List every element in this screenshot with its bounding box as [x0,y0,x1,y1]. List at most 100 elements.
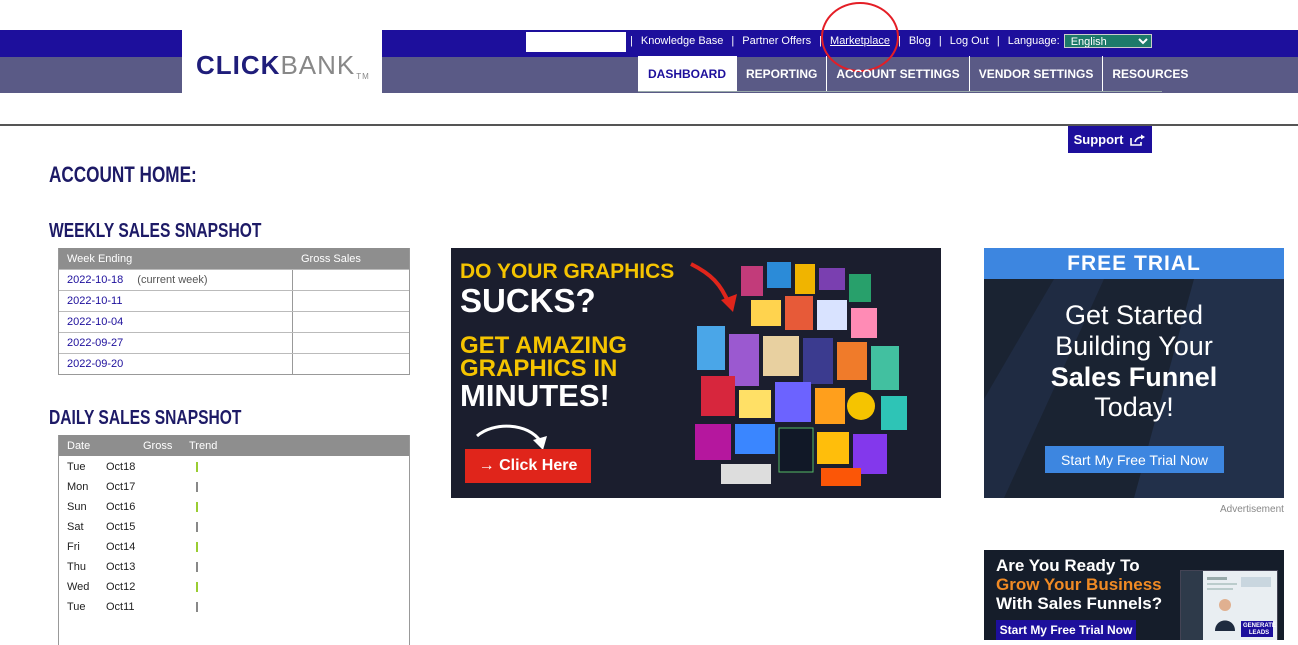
clickbank-logo[interactable]: CLICKBANKTM [182,30,382,93]
table-row: Mon Oct17 [59,477,409,497]
ad-line-1: Get Started [1064,300,1204,330]
ad-line-2: Grow Your Business [996,575,1162,594]
trend-bar [196,522,198,532]
day-date: Oct11 [106,601,135,613]
trend-bar [196,462,198,472]
free-trial-ad-banner[interactable]: FREE TRIAL Get Started Building Your Sal… [984,248,1284,498]
logo-click-text: CLICK [196,50,281,80]
sales-funnel-ad-banner[interactable]: Are You Ready To Grow Your Business With… [984,550,1284,640]
tab-account-settings[interactable]: ACCOUNT SETTINGS [826,56,968,92]
ad-headline-5: MINUTES! [460,378,610,413]
table-row: Tue Oct18 [59,457,409,477]
day-name: Tue [67,461,86,473]
day-name: Fri [67,541,80,553]
header-week-ending: Week Ending [67,252,133,265]
table-header: Week Ending Gross Sales [59,248,409,269]
day-date: Oct18 [106,461,136,473]
start-free-trial-button[interactable]: Start My Free Trial Now [1045,446,1224,473]
graphics-collage-image [690,262,907,486]
day-date: Oct17 [106,481,136,493]
start-free-trial-button[interactable]: Start My Free Trial Now [996,620,1136,640]
search-input[interactable] [526,32,626,52]
table-row: Thu Oct13 [59,557,409,577]
trend-bar [196,602,198,612]
click-here-button[interactable]: → Click Here [465,449,591,483]
trend-bar [196,562,198,572]
separator: | [630,35,633,47]
trend-bar [196,482,198,492]
table-row: 2022-09-27 [59,332,409,353]
weekly-sales-table: Week Ending Gross Sales 2022-10-18 (curre… [58,248,410,375]
nav-underline [638,91,1162,92]
graphics-ad-banner[interactable]: DO YOUR GRAPHICS SUCKS? GET AMAZING GRAP… [451,248,941,498]
separator: | [996,35,1000,47]
page-title: ACCOUNT HOME: [49,162,197,187]
advertisement-label: Advertisement [1220,504,1284,515]
separator: | [938,35,942,47]
table-header: Date Gross Trend [59,435,409,456]
external-share-icon [1130,134,1146,146]
tab-reporting[interactable]: REPORTING [736,56,826,92]
day-date: Oct15 [106,521,136,533]
table-row: 2022-09-20 [59,353,409,374]
ad-line-3: With Sales Funnels? [996,594,1163,613]
day-date: Oct13 [106,561,136,573]
day-name: Sat [67,521,84,533]
table-row: 2022-10-11 [59,290,409,311]
separator: | [731,35,735,47]
daily-snapshot-title: DAILY SALES SNAPSHOT [49,407,242,429]
day-date: Oct16 [106,501,136,513]
day-name: Tue [67,601,86,613]
logo-tm-text: TM [356,72,370,81]
support-label: Support [1073,132,1124,147]
day-date: Oct12 [106,581,136,593]
ad-line-2: Building Your [1055,331,1213,361]
support-button[interactable]: Support [1068,126,1152,153]
table-row: Tue Oct11 [59,597,409,617]
free-trial-header: FREE TRIAL [984,248,1284,279]
partner-offers-link[interactable]: Partner Offers [742,35,811,47]
log-out-link[interactable]: Log Out [950,35,989,47]
ad-headline-2: SUCKS? [460,282,596,319]
table-row: 2022-10-04 [59,311,409,332]
generate-leads-label: GENERATE LEADS [1243,623,1276,636]
knowledge-base-link[interactable]: Knowledge Base [641,35,724,47]
ad-line-4: Today! [1094,392,1174,422]
tab-dashboard[interactable]: DASHBOARD [638,56,736,92]
trend-bar [196,542,198,552]
language-select[interactable]: English [1063,34,1152,48]
day-date: Oct14 [106,541,136,553]
day-name: Sun [67,501,87,513]
week-link[interactable]: 2022-10-11 [67,295,122,307]
funnel-preview-image: GENERATE LEADS [1180,570,1278,640]
ad-headline-1: DO YOUR GRAPHICS [460,260,675,283]
logo-bank-text: BANK [280,50,356,80]
day-name: Thu [67,561,86,573]
week-link[interactable]: 2022-09-27 [67,337,123,349]
tab-resources[interactable]: RESOURCES [1102,56,1197,92]
ad-line-3: Sales Funnel [1050,362,1218,392]
day-name: Mon [67,481,89,493]
table-row: Sun Oct16 [59,497,409,517]
trend-bar [196,502,198,512]
tab-vendor-settings[interactable]: VENDOR SETTINGS [968,56,1103,92]
table-row: Wed Oct12 [59,577,409,597]
header-trend: Trend [189,439,218,452]
header-gross: Gross [143,439,173,452]
table-row: Fri Oct14 [59,537,409,557]
current-week-note: (current week) [137,274,208,286]
daily-sales-table: Date Gross Trend Tue Oct18 Mon Oct17 Sun Oc… [58,435,410,645]
header-gross-sales: Gross Sales [301,252,361,265]
ad-line-1: Are You Ready To [996,556,1140,575]
day-name: Wed [67,581,90,593]
header-date: Date [67,439,91,452]
blog-link[interactable]: Blog [909,35,931,47]
trend-bar [196,582,198,592]
week-link[interactable]: 2022-09-20 [67,358,123,370]
week-link[interactable]: 2022-10-18 [67,274,123,286]
weekly-snapshot-title: WEEKLY SALES SNAPSHOT [49,220,262,242]
week-link[interactable]: 2022-10-04 [67,316,123,328]
table-row: Sat Oct15 [59,517,409,537]
language-label: Language: [1007,35,1060,47]
table-row: 2022-10-18 (current week) [59,269,409,290]
